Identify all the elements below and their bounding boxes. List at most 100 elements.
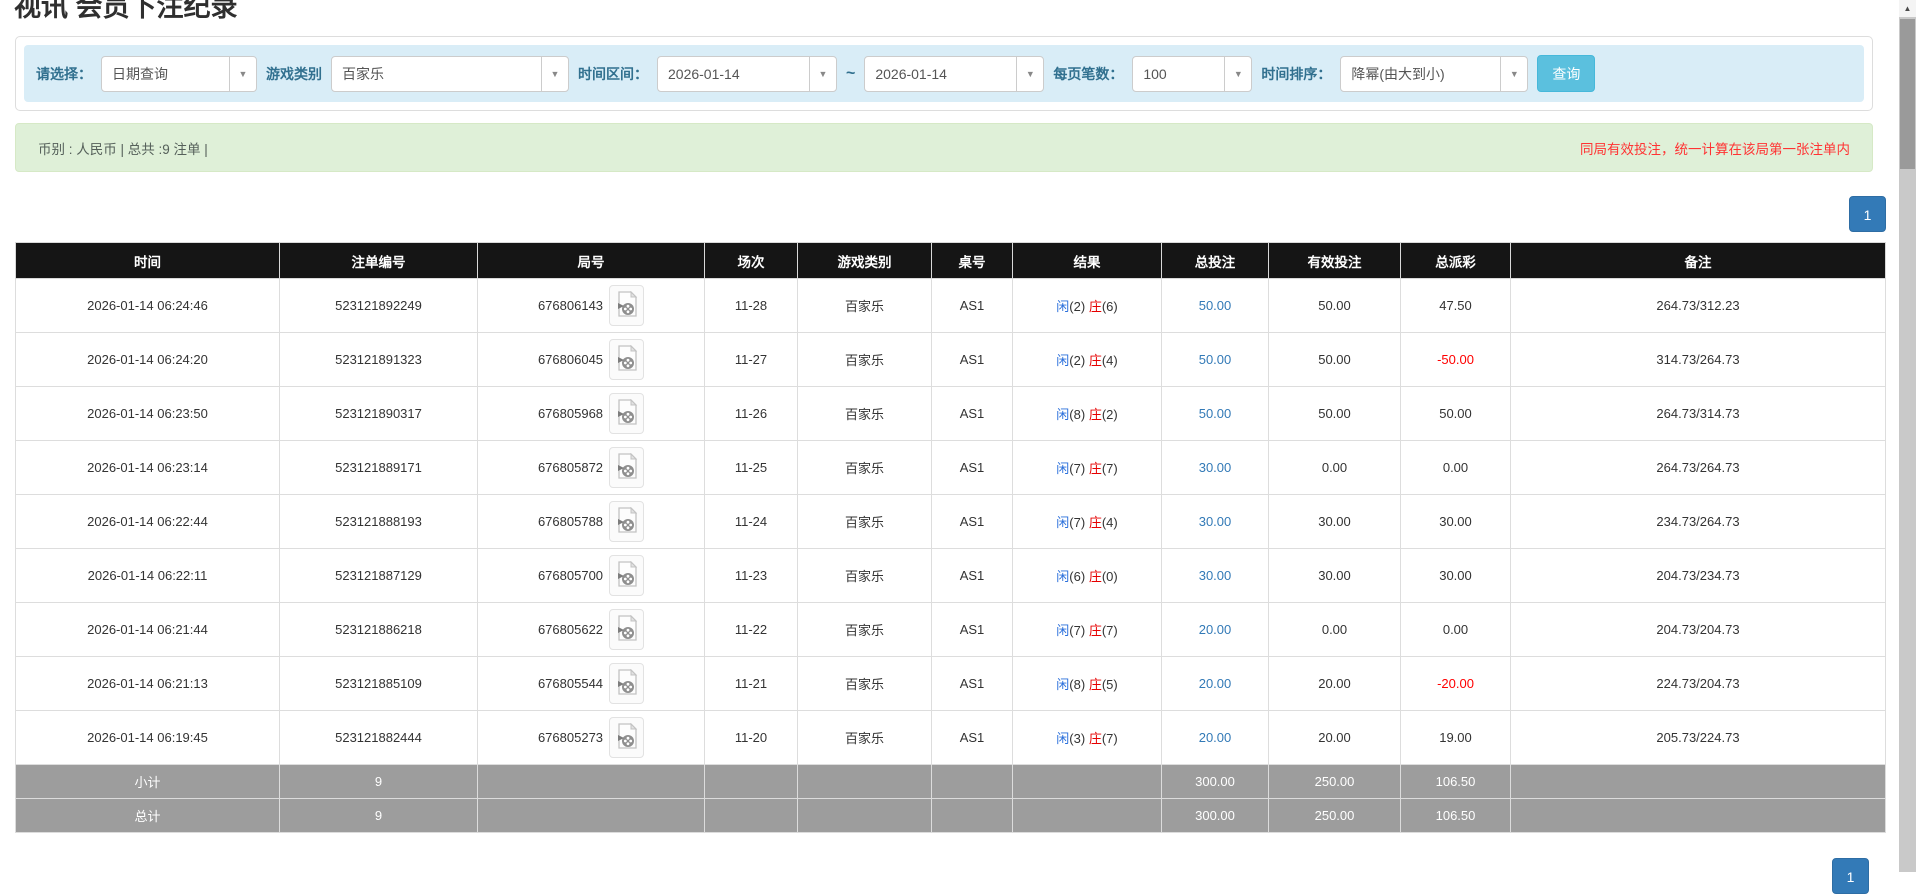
- row-total-bet-link[interactable]: 20.00: [1161, 710, 1269, 765]
- banker-result-score: (4): [1101, 515, 1118, 530]
- row-round-id: 676805968: [537, 406, 604, 421]
- row-round: 676805700: [477, 548, 705, 603]
- row-total-bet-link[interactable]: 50.00: [1161, 332, 1269, 387]
- row-payout: 0.00: [1400, 602, 1511, 657]
- player-result-label: 闲: [1056, 731, 1070, 746]
- player-result-label: 闲: [1056, 299, 1070, 314]
- bet-records-table: 时间 注单编号 局号 场次 游戏类别 桌号 结果 总投注 有效投注 总派彩 备注…: [15, 242, 1886, 833]
- vertical-scrollbar[interactable]: ▲: [1899, 0, 1916, 872]
- row-time: 2026-01-14 06:21:13: [15, 656, 280, 711]
- row-valid-bet: 50.00: [1268, 332, 1401, 387]
- query-type-select[interactable]: 日期查询 ▼: [101, 55, 257, 92]
- filter-bar: 请选择： 日期查询 ▼ 游戏类别 百家乐 ▼ 时间区间： 2026-01-14 …: [24, 45, 1864, 102]
- video-replay-button[interactable]: [609, 339, 645, 380]
- row-total-bet-link[interactable]: 30.00: [1161, 548, 1269, 603]
- row-game-type: 百家乐: [797, 656, 932, 711]
- row-total-bet-link[interactable]: 20.00: [1161, 602, 1269, 657]
- banker-result-label: 庄: [1088, 515, 1102, 530]
- game-type-label: 游戏类别: [266, 65, 322, 82]
- video-replay-button[interactable]: [609, 393, 645, 434]
- player-result-score: (2): [1069, 353, 1086, 368]
- row-remark: 314.73/264.73: [1510, 332, 1886, 387]
- row-table-no: AS1: [931, 494, 1013, 549]
- player-result-score: (8): [1069, 677, 1086, 692]
- page-size-select[interactable]: 100 ▼: [1132, 55, 1253, 92]
- row-total-bet-link[interactable]: 30.00: [1161, 494, 1269, 549]
- row-payout: 0.00: [1400, 440, 1511, 495]
- video-replay-button[interactable]: [609, 285, 645, 326]
- pagination-bottom: 1: [1832, 858, 1869, 894]
- total-label: 总计: [15, 798, 280, 833]
- total-row: 总计 9 300.00 250.00 106.50: [15, 798, 1886, 833]
- date-from-select[interactable]: 2026-01-14 ▼: [657, 55, 837, 92]
- total-total-bet: 300.00: [1161, 798, 1269, 833]
- player-result-score: (2): [1069, 299, 1086, 314]
- row-payout: 47.50: [1400, 278, 1511, 333]
- row-game-type: 百家乐: [797, 386, 932, 441]
- banker-result-score: (2): [1101, 407, 1118, 422]
- col-remark: 备注: [1510, 242, 1886, 279]
- page-1-button[interactable]: 1: [1832, 858, 1869, 894]
- col-session: 场次: [704, 242, 798, 279]
- game-type-value: 百家乐: [342, 65, 384, 82]
- row-bet-id: 523121882444: [279, 710, 478, 765]
- row-bet-id: 523121890317: [279, 386, 478, 441]
- row-total-bet-link[interactable]: 30.00: [1161, 440, 1269, 495]
- sort-select[interactable]: 降幂(由大到小) ▼: [1340, 55, 1529, 92]
- row-round-id: 676805622: [537, 622, 604, 637]
- scrollbar-thumb[interactable]: [1900, 19, 1915, 169]
- row-table-no: AS1: [931, 548, 1013, 603]
- row-session: 11-24: [704, 494, 798, 549]
- scroll-up-icon[interactable]: ▲: [1899, 0, 1916, 17]
- row-round: 676806045: [477, 332, 705, 387]
- player-result-label: 闲: [1056, 623, 1070, 638]
- col-total-bet: 总投注: [1161, 242, 1269, 279]
- col-payout: 总派彩: [1400, 242, 1511, 279]
- row-total-bet-link[interactable]: 20.00: [1161, 656, 1269, 711]
- player-result-score: (3): [1069, 731, 1086, 746]
- row-round-id: 676805788: [537, 514, 604, 529]
- query-button[interactable]: 查询: [1537, 55, 1596, 92]
- row-result: 闲(3) 庄(7): [1012, 710, 1162, 765]
- video-icon: [616, 290, 638, 321]
- row-time: 2026-01-14 06:24:46: [15, 278, 280, 333]
- video-replay-button[interactable]: [609, 663, 645, 704]
- video-replay-button[interactable]: [609, 501, 645, 542]
- row-total-bet-link[interactable]: 50.00: [1161, 386, 1269, 441]
- player-result-label: 闲: [1056, 461, 1070, 476]
- row-payout: 30.00: [1400, 494, 1511, 549]
- table-row: 2026-01-14 06:24:20 523121891323 6768060…: [15, 332, 1886, 387]
- col-round-id: 局号: [477, 242, 705, 279]
- row-round: 676805622: [477, 602, 705, 657]
- video-replay-button[interactable]: [609, 555, 645, 596]
- date-from-value: 2026-01-14: [668, 65, 740, 82]
- player-result-label: 闲: [1056, 515, 1070, 530]
- same-round-notice: 同局有效投注，统一计算在该局第一张注单内: [1580, 141, 1850, 157]
- banker-result-score: (0): [1101, 569, 1118, 584]
- row-remark: 204.73/234.73: [1510, 548, 1886, 603]
- game-type-select[interactable]: 百家乐 ▼: [331, 55, 569, 92]
- row-total-bet-link[interactable]: 50.00: [1161, 278, 1269, 333]
- row-session: 11-21: [704, 656, 798, 711]
- player-result-score: (6): [1069, 569, 1086, 584]
- total-count: 9: [279, 798, 478, 833]
- video-replay-button[interactable]: [609, 717, 645, 758]
- row-game-type: 百家乐: [797, 548, 932, 603]
- date-to-select[interactable]: 2026-01-14 ▼: [864, 55, 1045, 92]
- page-1-button[interactable]: 1: [1849, 196, 1886, 232]
- video-replay-button[interactable]: [609, 609, 645, 650]
- col-table-no: 桌号: [931, 242, 1013, 279]
- row-session: 11-28: [704, 278, 798, 333]
- chevron-down-icon: ▼: [809, 56, 836, 91]
- row-round-id: 676805544: [537, 676, 604, 691]
- row-game-type: 百家乐: [797, 440, 932, 495]
- row-game-type: 百家乐: [797, 332, 932, 387]
- row-valid-bet: 0.00: [1268, 440, 1401, 495]
- row-valid-bet: 20.00: [1268, 656, 1401, 711]
- video-replay-button[interactable]: [609, 447, 645, 488]
- player-result-label: 闲: [1056, 677, 1070, 692]
- row-result: 闲(8) 庄(2): [1012, 386, 1162, 441]
- banker-result-label: 庄: [1088, 407, 1102, 422]
- chevron-down-icon: ▼: [1500, 56, 1527, 91]
- banker-result-score: (7): [1101, 461, 1118, 476]
